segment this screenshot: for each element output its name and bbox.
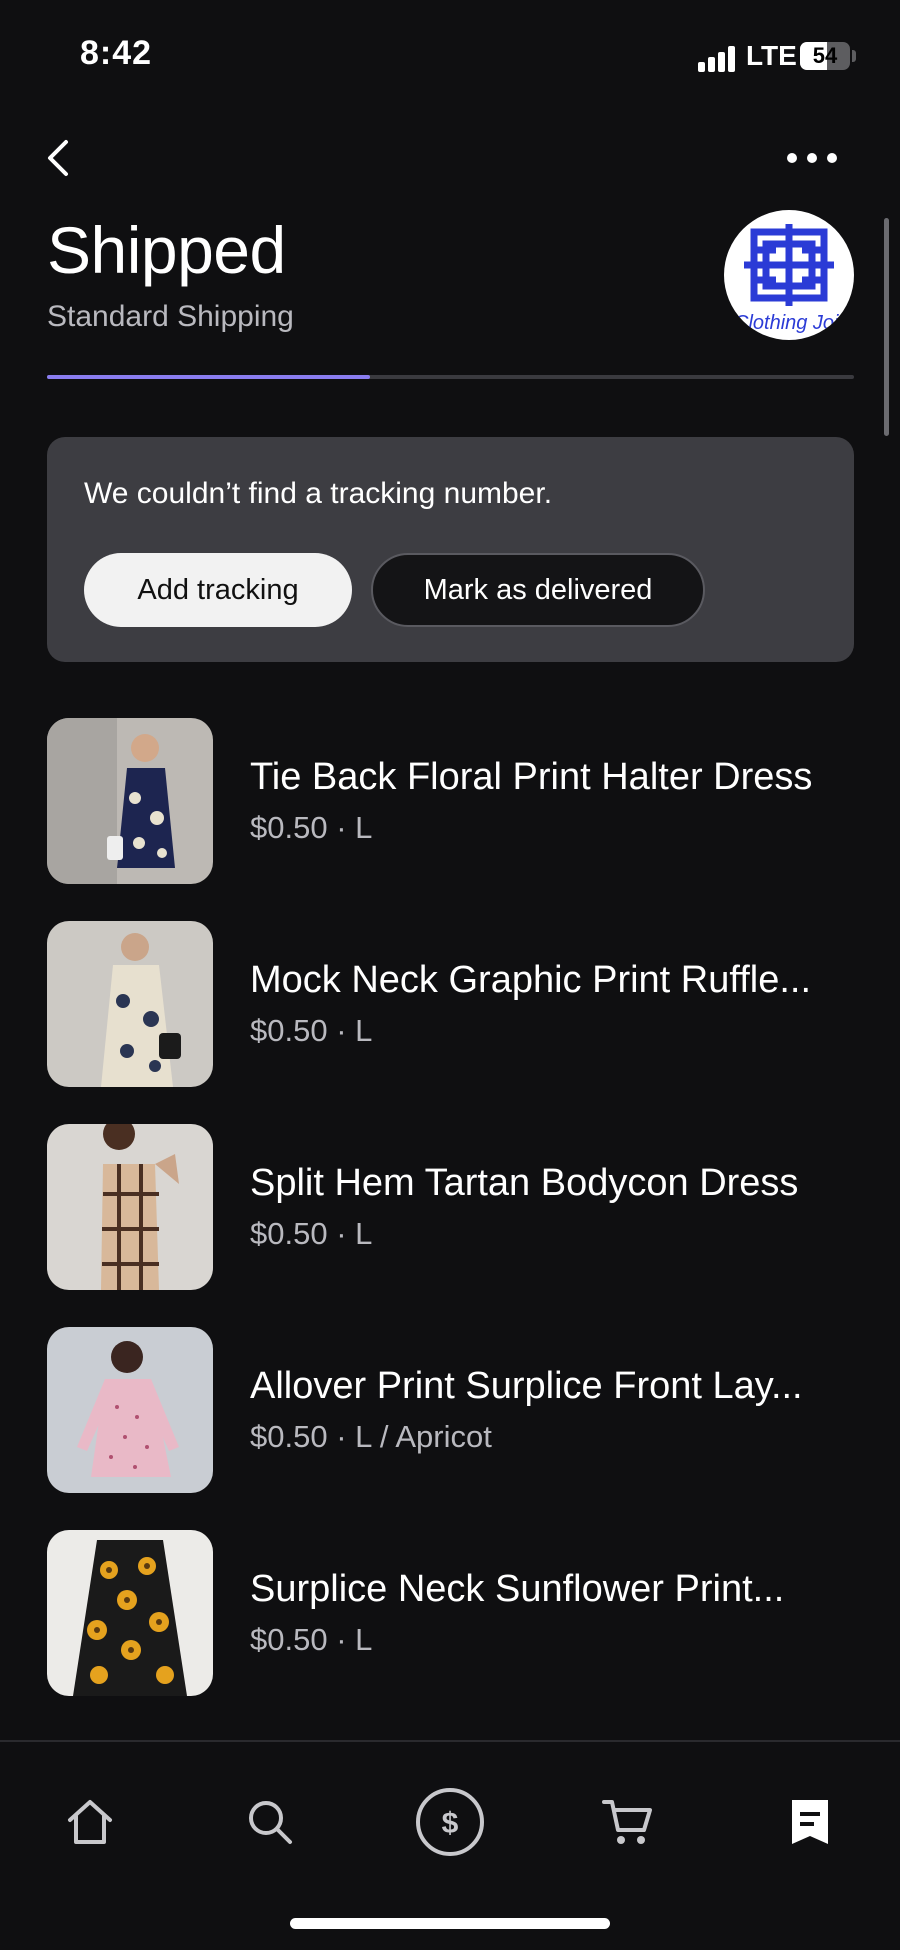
- tracking-card: We couldn’t find a tracking number. Add …: [47, 437, 854, 662]
- tab-search[interactable]: [230, 1782, 310, 1862]
- shipping-method: Standard Shipping: [47, 300, 294, 333]
- dollar-icon: $: [416, 1788, 484, 1856]
- receipt-icon: [792, 1800, 828, 1844]
- chevron-left-icon: [48, 140, 68, 176]
- battery-tip: [852, 50, 856, 62]
- status-bar: 8:42 LTE 54: [0, 0, 900, 110]
- product-name: Tie Back Floral Print Halter Dress: [250, 756, 813, 798]
- order-item[interactable]: Tie Back Floral Print Halter Dress $0.50…: [47, 718, 877, 884]
- product-meta: $0.50 · L / Apricot: [250, 1419, 492, 1454]
- status-time: 8:42: [80, 34, 153, 72]
- product-image: [47, 1327, 213, 1493]
- tab-home[interactable]: [50, 1782, 130, 1862]
- more-options-button[interactable]: [784, 140, 840, 176]
- product-meta: $0.50 · L: [250, 810, 373, 845]
- store-logo[interactable]: Clothing Joint: [724, 210, 854, 340]
- scrollbar[interactable]: [884, 218, 889, 436]
- order-item[interactable]: Allover Print Surplice Front Lay... $0.5…: [47, 1327, 877, 1493]
- tracking-message: We couldn’t find a tracking number.: [84, 477, 553, 510]
- product-image: [47, 921, 213, 1087]
- add-tracking-button[interactable]: Add tracking: [84, 553, 352, 627]
- tab-sell[interactable]: $: [410, 1782, 490, 1862]
- product-meta: $0.50 · L: [250, 1622, 373, 1657]
- product-name: Mock Neck Graphic Print Ruffle...: [250, 959, 812, 1001]
- product-image: [47, 718, 213, 884]
- order-item[interactable]: Mock Neck Graphic Print Ruffle... $0.50 …: [47, 921, 877, 1087]
- product-name: Surplice Neck Sunflower Print...: [250, 1568, 785, 1610]
- svg-text:$: $: [442, 1807, 459, 1840]
- product-meta: $0.50 · L: [250, 1216, 373, 1251]
- store-logo-text: Clothing Joint: [734, 312, 854, 334]
- order-item[interactable]: Split Hem Tartan Bodycon Dress $0.50 · L: [47, 1124, 877, 1290]
- page-title: Shipped: [47, 213, 286, 287]
- product-image: [47, 1124, 213, 1290]
- tab-cart[interactable]: [588, 1782, 668, 1862]
- ellipsis-icon: [787, 153, 837, 163]
- product-meta: $0.50 · L: [250, 1013, 373, 1048]
- search-icon: [249, 1801, 292, 1844]
- product-name: Split Hem Tartan Bodycon Dress: [250, 1162, 799, 1204]
- signal-icon: [698, 44, 738, 72]
- network-type: LTE: [746, 40, 797, 71]
- product-name: Allover Print Surplice Front Lay...: [250, 1365, 803, 1407]
- mark-delivered-button[interactable]: Mark as delivered: [371, 553, 705, 627]
- shipment-progress-fill: [47, 375, 370, 379]
- battery-icon: 54: [800, 42, 850, 70]
- home-icon: [68, 1800, 112, 1844]
- home-indicator[interactable]: [290, 1918, 610, 1929]
- order-item[interactable]: Surplice Neck Sunflower Print... $0.50 ·…: [47, 1530, 877, 1696]
- battery-level: 54: [812, 43, 838, 68]
- back-button[interactable]: [40, 136, 80, 180]
- shipment-progress-bar: [47, 375, 854, 379]
- tab-orders[interactable]: [770, 1782, 850, 1862]
- cart-icon: [602, 1800, 652, 1844]
- product-image: [47, 1530, 213, 1696]
